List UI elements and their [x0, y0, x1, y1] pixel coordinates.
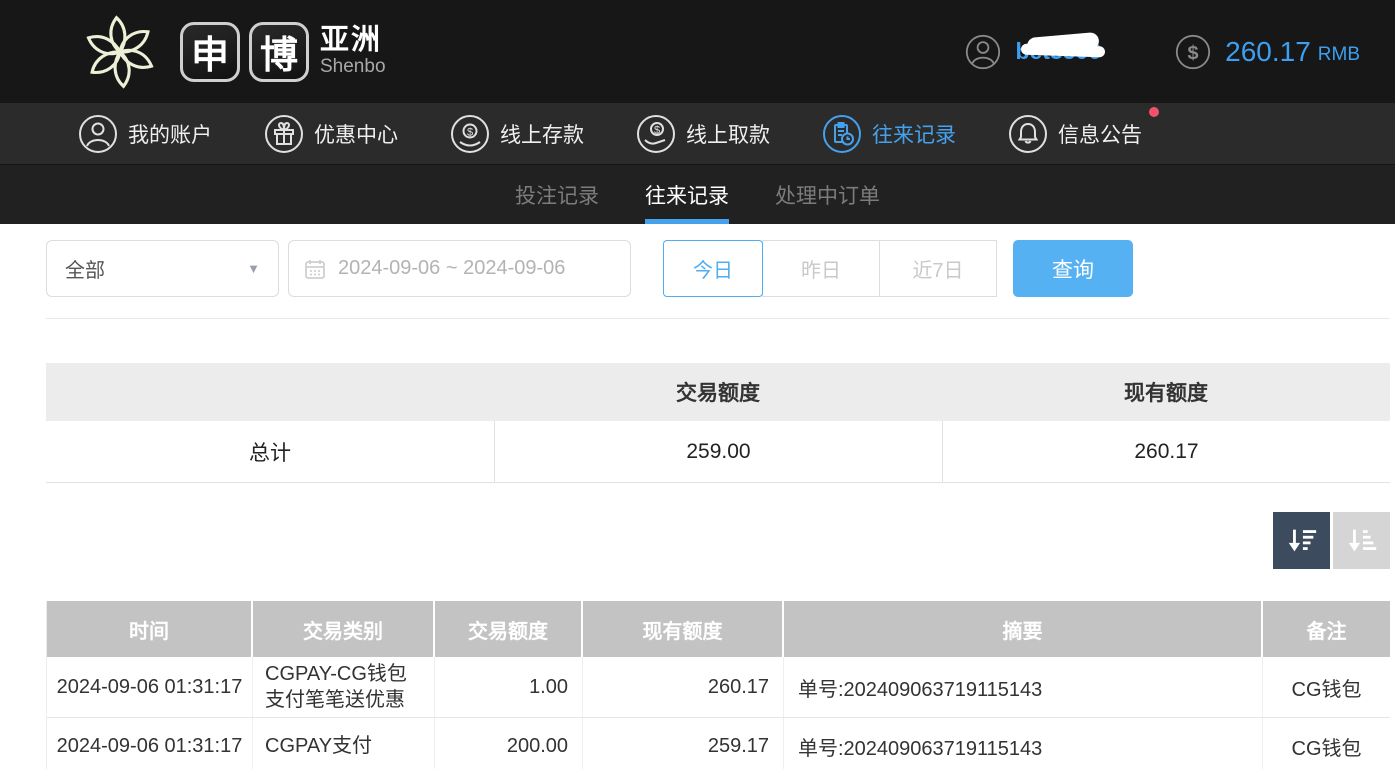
- withdraw-icon: $: [636, 114, 676, 154]
- filter-bar: 全部 ▼ 2024-09-06 ~ 2024-09-06 今日 昨日 近7日 查…: [46, 240, 1395, 297]
- summary-header-row: 交易额度 现有额度: [46, 363, 1390, 421]
- calendar-icon: [305, 259, 325, 279]
- cell-remark: CG钱包: [1291, 737, 1362, 760]
- nav-label: 线上存款: [500, 123, 584, 147]
- account-icon: [78, 114, 118, 154]
- nav-item-transaction-records[interactable]: 往来记录: [822, 114, 956, 154]
- sort-ascending-icon: [1348, 529, 1376, 551]
- notification-badge-dot: [1149, 106, 1159, 117]
- summary-trade-value: 259.00: [494, 421, 942, 482]
- nav-label: 我的账户: [128, 123, 212, 147]
- flower-logo-icon: [86, 14, 154, 89]
- table-row: 2024-09-06 01:31:17 CGPAY-CG钱包支付笔笔送优惠 1.…: [47, 657, 1390, 718]
- tab-betting-records[interactable]: 投注记录: [515, 165, 599, 224]
- logo-subtitle: Shenbo: [320, 56, 386, 77]
- sort-descending-icon: [1288, 529, 1316, 551]
- user-avatar-icon: [966, 34, 1001, 69]
- logo-char-box: 申: [180, 21, 240, 82]
- balance-chip[interactable]: $ 260.17 RMB: [1175, 34, 1360, 70]
- yesterday-button[interactable]: 昨日: [762, 240, 880, 297]
- cell-trade-amount: 1.00: [435, 657, 583, 717]
- top-header: 申 博 亚洲 Shenbo bet3500 $ 260.17: [0, 0, 1395, 103]
- tab-transaction-records[interactable]: 往来记录: [645, 165, 729, 224]
- nav-item-promotions[interactable]: 优惠中心: [264, 114, 398, 154]
- summary-total-row: 总计 259.00 260.17: [46, 421, 1390, 483]
- nav-label: 往来记录: [872, 123, 956, 147]
- date-range-value: 2024-09-06 ~ 2024-09-06: [338, 257, 566, 279]
- summary-header-trade: 交易额度: [676, 382, 760, 405]
- svg-text:$: $: [654, 124, 660, 136]
- sort-controls: [46, 512, 1390, 569]
- col-header-trade-amount: 交易额度: [435, 601, 583, 657]
- cell-balance: 260.17: [583, 657, 784, 717]
- logo-region-text: 亚洲: [320, 24, 383, 57]
- col-header-remark: 备注: [1306, 620, 1347, 643]
- cell-type: CGPAY-CG钱包支付笔笔送优惠: [253, 657, 435, 717]
- cell-remark: CG钱包: [1291, 678, 1362, 701]
- last-7-days-button[interactable]: 近7日: [879, 240, 997, 297]
- sort-ascending-button[interactable]: [1333, 512, 1390, 569]
- logo-char-box: 博: [249, 21, 309, 82]
- query-button[interactable]: 查询: [1013, 240, 1133, 297]
- summary-total-label: 总计: [249, 441, 291, 465]
- svg-text:$: $: [467, 126, 473, 138]
- gift-icon: [264, 114, 304, 154]
- summary-balance-value: 260.17: [942, 421, 1390, 482]
- cell-balance: 259.17: [583, 718, 784, 769]
- tab-pending-orders[interactable]: 处理中订单: [775, 165, 880, 224]
- cell-type: CGPAY支付: [253, 718, 435, 769]
- type-select-value: 全部: [65, 260, 105, 282]
- col-header-balance: 现有额度: [583, 601, 784, 657]
- balance-amount: 260.17: [1225, 35, 1311, 67]
- record-tabs: 投注记录 往来记录 处理中订单: [0, 164, 1395, 224]
- nav-label: 优惠中心: [314, 123, 398, 147]
- transactions-table: 时间 交易类别 交易额度 现有额度 摘要 备注 2024-09-06 01:31…: [46, 601, 1390, 769]
- brand-logo[interactable]: 申 博 亚洲 Shenbo: [76, 8, 386, 96]
- cell-trade-amount: 200.00: [435, 718, 583, 769]
- type-select[interactable]: 全部 ▼: [46, 240, 279, 297]
- nav-item-withdraw[interactable]: $ 线上取款: [636, 114, 770, 154]
- summary-table: 交易额度 现有额度 总计 259.00 260.17: [46, 363, 1390, 483]
- records-icon: [822, 114, 862, 154]
- cell-summary: 单号:202409063719115143: [784, 657, 1263, 717]
- balance-currency: RMB: [1317, 43, 1360, 65]
- summary-header-balance: 现有额度: [1124, 382, 1208, 405]
- chevron-down-icon: ▼: [247, 261, 260, 276]
- sort-descending-button[interactable]: [1273, 512, 1330, 569]
- cell-summary: 单号:202409063719115143: [784, 718, 1263, 769]
- nav-label: 信息公告: [1058, 123, 1142, 147]
- deposit-icon: $: [450, 114, 490, 154]
- cell-time: 2024-09-06 01:31:17: [47, 657, 253, 717]
- cell-time: 2024-09-06 01:31:17: [47, 718, 253, 769]
- nav-item-announcements[interactable]: 信息公告: [1008, 106, 1159, 154]
- dollar-coin-icon: $: [1176, 34, 1211, 69]
- main-navigation: 我的账户 优惠中心 $ 线上存款 $ 线上取款 往来记录 信息公告: [0, 103, 1395, 164]
- col-header-time: 时间: [47, 601, 253, 657]
- col-header-summary: 摘要: [784, 601, 1263, 657]
- col-header-type: 交易类别: [253, 601, 435, 657]
- table-header-row: 时间 交易类别 交易额度 现有额度 摘要 备注: [47, 601, 1390, 657]
- nav-label: 线上取款: [686, 123, 770, 147]
- summary-header-empty: [46, 363, 494, 421]
- user-account-chip[interactable]: bet3500: [965, 31, 1106, 70]
- section-divider: [46, 318, 1390, 319]
- nav-item-deposit[interactable]: $ 线上存款: [450, 114, 584, 154]
- quick-date-group: 今日 昨日 近7日: [663, 240, 997, 297]
- bell-icon: [1008, 114, 1048, 154]
- svg-text:$: $: [1188, 42, 1199, 64]
- today-button[interactable]: 今日: [663, 240, 763, 297]
- date-range-input[interactable]: 2024-09-06 ~ 2024-09-06: [288, 240, 631, 297]
- nav-item-my-account[interactable]: 我的账户: [78, 114, 212, 154]
- table-row: 2024-09-06 01:31:17 CGPAY支付 200.00 259.1…: [47, 718, 1390, 769]
